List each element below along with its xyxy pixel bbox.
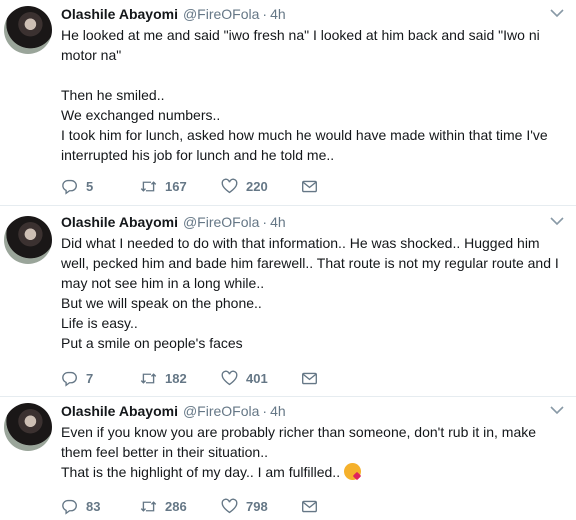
tweet-header: Olashile Abayomi @FireOFola · 4h	[61, 403, 564, 422]
like-count: 220	[246, 178, 268, 194]
reply-button[interactable]: 83	[61, 498, 140, 515]
retweet-icon	[140, 500, 157, 512]
chevron-down-icon[interactable]	[550, 216, 564, 226]
author-handle[interactable]: @FireOFola	[183, 214, 259, 230]
retweet-count: 182	[165, 370, 187, 386]
retweet-button[interactable]: 167	[140, 178, 221, 195]
envelope-icon	[302, 372, 317, 384]
direct-message-button[interactable]	[301, 498, 380, 515]
reply-icon	[62, 371, 77, 387]
tweet-actions: 7 182 401	[61, 368, 380, 388]
tweet-actions: 83 286 798	[61, 496, 380, 516]
timestamp[interactable]: 4h	[270, 403, 286, 419]
tweet[interactable]: Olashile Abayomi @FireOFola · 4h Even if…	[0, 397, 576, 520]
tweet-text-line: Even if you know you are probably richer…	[61, 424, 537, 440]
chevron-down-icon[interactable]	[550, 8, 564, 18]
avatar[interactable]	[4, 403, 52, 451]
tweet-text-line: them feel better in their situation..	[61, 444, 268, 460]
retweet-count: 286	[165, 498, 187, 514]
reply-count: 83	[86, 498, 101, 514]
tweet-text-blank-line	[61, 65, 564, 85]
tweet-text: Even if you know you are probably richer…	[61, 422, 564, 482]
like-button[interactable]: 220	[221, 178, 301, 195]
heart-icon	[221, 498, 238, 513]
author-name[interactable]: Olashile Abayomi	[61, 403, 178, 419]
tweet-text-line: well, pecked him and bade him farewell..…	[61, 255, 559, 271]
author-handle[interactable]: @FireOFola	[183, 6, 259, 22]
reply-icon	[62, 179, 77, 195]
envelope-icon	[302, 500, 317, 512]
like-button[interactable]: 401	[221, 370, 301, 387]
tweet-text-line: I took him for lunch, asked how much he …	[61, 127, 548, 143]
tweet-text-line: We exchanged numbers..	[61, 107, 221, 123]
author-name[interactable]: Olashile Abayomi	[61, 214, 178, 230]
reply-button[interactable]: 7	[61, 370, 140, 387]
tweet-text-line: Then he smiled..	[61, 87, 165, 103]
tweet-header: Olashile Abayomi @FireOFola · 4h	[61, 6, 564, 25]
tweet-text-line: He looked at me and said "iwo fresh na" …	[61, 27, 540, 43]
tweet-text-line: Did what I needed to do with that inform…	[61, 235, 540, 251]
chevron-down-icon[interactable]	[550, 405, 564, 415]
reply-count: 5	[86, 178, 94, 194]
tweet-text-line: motor na"	[61, 47, 122, 63]
like-count: 401	[246, 370, 268, 386]
tweet-text-span: That is the highlight of my day.. I am f…	[61, 464, 341, 480]
tweet[interactable]: Olashile Abayomi @FireOFola · 4h Did wha…	[0, 206, 576, 396]
like-count: 798	[246, 498, 268, 514]
tweet-header: Olashile Abayomi @FireOFola · 4h	[61, 214, 564, 233]
reply-count: 7	[86, 370, 94, 386]
retweet-icon	[140, 180, 157, 192]
tweet-text: He looked at me and said "iwo fresh na" …	[61, 25, 564, 165]
retweet-button[interactable]: 182	[140, 370, 221, 387]
avatar[interactable]	[4, 216, 52, 264]
tweet[interactable]: Olashile Abayomi @FireOFola · 4h He look…	[0, 0, 576, 205]
tweet-text-line: may not see him in a long while..	[61, 275, 265, 291]
envelope-icon	[302, 180, 317, 192]
direct-message-button[interactable]	[301, 370, 380, 387]
separator-dot: ·	[262, 214, 268, 230]
like-button[interactable]: 798	[221, 498, 301, 515]
tweet-text-line: Life is easy..	[61, 315, 138, 331]
timestamp[interactable]: 4h	[270, 214, 286, 230]
retweet-count: 167	[165, 178, 187, 194]
timestamp[interactable]: 4h	[270, 6, 286, 22]
heart-icon	[221, 178, 238, 193]
tweet-actions: 5 167 220	[61, 176, 380, 196]
author-handle[interactable]: @FireOFola	[183, 403, 259, 419]
author-name[interactable]: Olashile Abayomi	[61, 6, 178, 22]
tweet-text-line: But we will speak on the phone..	[61, 295, 262, 311]
reply-button[interactable]: 5	[61, 178, 140, 195]
avatar[interactable]	[4, 6, 52, 54]
separator-dot: ·	[262, 6, 268, 22]
tweet-text-line: Put a smile on people's faces	[61, 335, 243, 351]
face-blowing-kiss-emoji	[344, 463, 362, 480]
retweet-icon	[140, 372, 157, 384]
tweet-text-line-with-emoji: That is the highlight of my day.. I am f…	[61, 462, 564, 482]
heart-icon	[221, 370, 238, 385]
direct-message-button[interactable]	[301, 178, 380, 195]
reply-icon	[62, 499, 77, 515]
tweet-text-line: interrupted his job for lunch and he tol…	[61, 147, 335, 163]
retweet-button[interactable]: 286	[140, 498, 221, 515]
tweet-text: Did what I needed to do with that inform…	[61, 233, 564, 353]
separator-dot: ·	[262, 403, 268, 419]
